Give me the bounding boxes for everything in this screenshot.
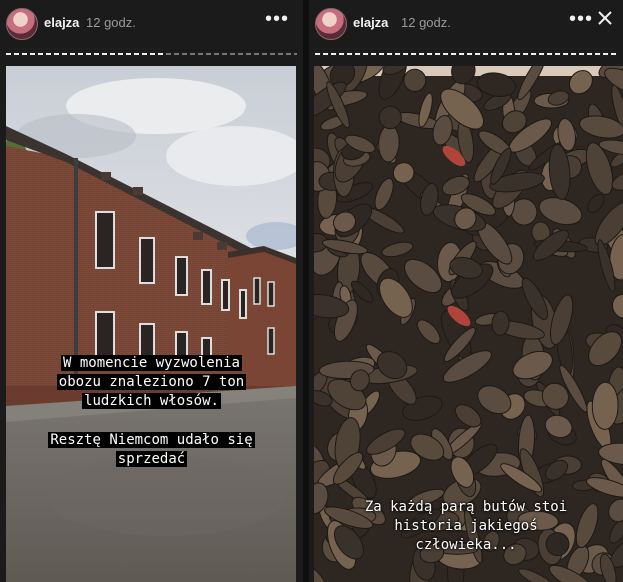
- username[interactable]: elajza: [44, 15, 79, 30]
- caption-line: Resztę Niemcom udało się: [48, 432, 255, 448]
- avatar[interactable]: [315, 8, 347, 40]
- caption-line: ludzkich włosów.: [82, 393, 221, 409]
- shoe-shape: [591, 381, 619, 430]
- story-panel-right: elajza 12 godz. ••• Za każdą parą butów …: [309, 0, 623, 582]
- more-options-icon[interactable]: •••: [569, 8, 593, 31]
- close-icon[interactable]: [597, 10, 613, 26]
- caption-line: człowieka...: [415, 537, 517, 553]
- story-caption: W momencie wyzwolenia obozu znaleziono 7…: [0, 354, 303, 411]
- more-options-icon[interactable]: •••: [265, 8, 289, 31]
- story-image-building: [6, 66, 296, 582]
- avatar[interactable]: [6, 8, 38, 40]
- username[interactable]: elajza: [353, 15, 388, 30]
- story-header: elajza 12 godz. •••: [309, 0, 623, 48]
- story-progress-fill: [6, 53, 167, 55]
- story-caption-secondary: Resztę Niemcom udało się sprzedać: [0, 431, 303, 469]
- story-panel-left: elajza 12 godz. ••• W momencie wyzwoleni…: [0, 0, 303, 582]
- story-progress-bar: [315, 53, 617, 55]
- story-progress-bar: [6, 53, 297, 55]
- story-caption: Za każdą parą butów stoi historia jakieg…: [309, 498, 623, 555]
- caption-line: obozu znaleziono 7 ton: [56, 374, 247, 390]
- caption-line: W momencie wyzwolenia: [60, 355, 242, 371]
- story-progress-fill: [315, 53, 617, 55]
- caption-line: Za każdą parą butów stoi: [364, 499, 568, 515]
- caption-line: historia jakiegoś: [394, 518, 538, 534]
- timestamp: 12 godz.: [86, 15, 136, 30]
- timestamp: 12 godz.: [401, 15, 451, 30]
- caption-line: sprzedać: [115, 451, 188, 467]
- story-header: elajza 12 godz. •••: [0, 0, 303, 48]
